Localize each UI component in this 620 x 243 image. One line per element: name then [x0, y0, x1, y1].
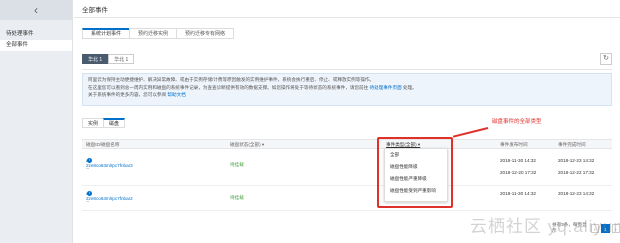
- back-icon[interactable]: ‹: [0, 0, 72, 20]
- region-tab-2[interactable]: 华北 1: [108, 54, 135, 64]
- publish-time: 2018-11-30 14:32: [500, 158, 536, 163]
- help-doc-link[interactable]: 帮助文档: [167, 92, 185, 97]
- top-tabs: 系统计划事件 预约迁移实例 预约迁移专有网络: [82, 28, 235, 39]
- tab-system-events[interactable]: 系统计划事件: [82, 28, 131, 39]
- notice-text: 处理。: [402, 84, 417, 90]
- notice-text: 关于系统事件的更多内容，您可以参阅: [88, 92, 167, 97]
- info-icon[interactable]: i: [87, 158, 92, 163]
- disk-name: --: [86, 199, 90, 204]
- publish-time: 2018-11-30 14:32: [500, 191, 536, 196]
- sidebar-item-all-events[interactable]: 全部事件: [0, 40, 72, 51]
- tab-disks[interactable]: 磁盘: [103, 118, 126, 128]
- notice-line: 关于系统事件的更多内容，您可以参阅 帮助文档: [88, 91, 606, 99]
- disk-status: 待挂载: [230, 162, 244, 167]
- column-header-disk-id: 磁盘ID/磁盘名称: [86, 142, 120, 147]
- refresh-icon[interactable]: ↻: [600, 53, 612, 65]
- sidebar-item-pending-events[interactable]: 待处理事件: [0, 29, 72, 40]
- info-icon[interactable]: i: [87, 191, 92, 196]
- column-header-disk-status[interactable]: 磁盘状态(全部) ▾: [230, 142, 264, 148]
- region-tab-1[interactable]: 华北 1: [82, 54, 109, 64]
- tab-scheduled-migration-instances[interactable]: 预约迁移实例: [129, 28, 178, 39]
- column-header-complete-time: 事件完成时间: [558, 142, 586, 147]
- notice-line: 阿里云为保持主动便捷维护、解决异常故障、或由于实例存储/计费等原因触发的实例维护…: [88, 77, 375, 82]
- main-content: 全部事件 系统计划事件 预约迁移实例 预约迁移专有网络 华北 1 华北 1 ↻ …: [74, 0, 620, 243]
- sidebar: ‹ 待处理事件 全部事件: [0, 0, 73, 243]
- annotation-label: 磁盘事件的全部类型: [492, 119, 542, 125]
- disk-status: 待挂载: [230, 195, 244, 200]
- complete-time: 2018-12-23 14:32: [558, 191, 595, 196]
- complete-time: 2018-12-22 17:32: [558, 170, 595, 175]
- pending-events-link[interactable]: 待处理事件页面: [370, 85, 402, 90]
- complete-time: 2018-12-23 14:32: [558, 158, 595, 163]
- table-row: d-2ze8co63mlrpc7fnbar3i -- 待挂载 2018-11-3…: [82, 150, 612, 186]
- table-row: d-2ze8co63mlrpc7fnbar2i -- 待挂载 2018-11-3…: [82, 187, 612, 211]
- column-header-publish-time: 事件发布时间: [500, 142, 528, 147]
- page-title: 全部事件: [82, 7, 108, 14]
- notice-box: 阿里云为保持主动便捷维护、解决异常故障、或由于实例存储/计费等原因触发的实例维护…: [82, 73, 612, 106]
- annotation-arrow: [452, 127, 489, 138]
- annotation-highlight-box: [377, 137, 453, 208]
- divider: [82, 69, 612, 70]
- publish-time: 2018-12-20 17:32: [500, 170, 537, 175]
- tab-instances[interactable]: 实例: [82, 118, 105, 128]
- watermark: 云栖社区 yq.aliyun.com: [470, 217, 620, 236]
- disk-name: --: [86, 166, 90, 171]
- notice-line: 在这里您可以看到总一周内实例和磁盘的系统事件记录，为查查诊断提供有效的数据支撑。…: [88, 84, 606, 92]
- tab-scheduled-migration-vpc[interactable]: 预约迁移专有网络: [176, 28, 235, 39]
- region-tabs: 华北 1 华北 1: [82, 54, 135, 64]
- notice-text: 在这里您可以看到总一周内实例和磁盘的系统事件记录，为查查诊断提供有效的数据支撑。…: [88, 84, 369, 90]
- divider: [74, 17, 620, 18]
- resource-tabs: 实例 磁盘: [82, 118, 126, 128]
- table-header: 磁盘ID/磁盘名称 磁盘状态(全部) ▾ 事件类型(全部) ▾ 事件发布时间 事…: [82, 139, 612, 149]
